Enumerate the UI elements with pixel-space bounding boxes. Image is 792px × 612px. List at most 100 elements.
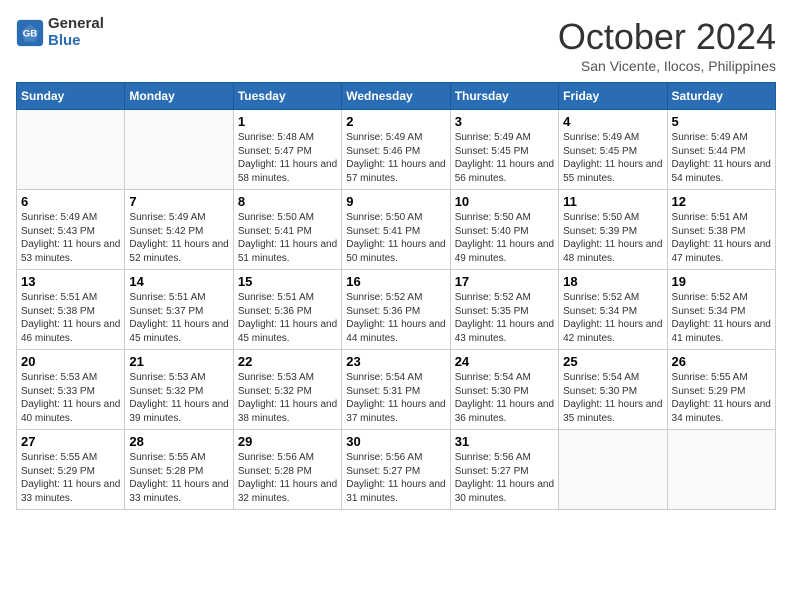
calendar-cell: 1Sunrise: 5:48 AM Sunset: 5:47 PM Daylig… [233, 110, 341, 190]
day-number: 26 [672, 354, 771, 369]
calendar-weekday-friday: Friday [559, 83, 667, 110]
day-info: Sunrise: 5:54 AM Sunset: 5:30 PM Dayligh… [563, 371, 662, 425]
calendar-week-row: 13 Sunrise: 5:51 AM Sunset: 5:38 PM Dayli… [17, 270, 776, 350]
day-info: Sunrise: 5:50 AM Sunset: 5:41 PM Dayligh… [238, 211, 337, 265]
day-info: Sunrise: 5:51 AM Sunset: 5:38 PM Dayligh… [21, 291, 120, 345]
day-info: Sunrise: 5:55 AM Sunset: 5:29 PM Dayligh… [672, 371, 771, 425]
day-number: 22 [238, 354, 337, 369]
day-number: 2 [346, 114, 445, 129]
calendar-cell: 22 Sunrise: 5:53 AM Sunset: 5:32 PM Dayli… [233, 350, 341, 430]
calendar-cell: 28 Sunrise: 5:55 AM Sunset: 5:28 PM Dayli… [125, 430, 233, 510]
calendar-cell: 3Sunrise: 5:49 AM Sunset: 5:45 PM Daylig… [450, 110, 558, 190]
calendar-cell: 30 Sunrise: 5:56 AM Sunset: 5:27 PM Dayli… [342, 430, 450, 510]
calendar-weekday-tuesday: Tuesday [233, 83, 341, 110]
day-number: 24 [455, 354, 554, 369]
day-info: Sunrise: 5:56 AM Sunset: 5:27 PM Dayligh… [455, 451, 554, 505]
calendar-week-row: 6 Sunrise: 5:49 AM Sunset: 5:43 PM Daylig… [17, 190, 776, 270]
day-number: 30 [346, 434, 445, 449]
calendar-cell: 17 Sunrise: 5:52 AM Sunset: 5:35 PM Dayli… [450, 270, 558, 350]
calendar-cell: 13 Sunrise: 5:51 AM Sunset: 5:38 PM Dayli… [17, 270, 125, 350]
calendar-cell: 27Sunrise: 5:55 AM Sunset: 5:29 PM Dayli… [17, 430, 125, 510]
calendar-cell: 20Sunrise: 5:53 AM Sunset: 5:33 PM Dayli… [17, 350, 125, 430]
day-number: 21 [129, 354, 228, 369]
day-info: Sunrise: 5:48 AM Sunset: 5:47 PM Dayligh… [238, 131, 337, 185]
calendar-cell: 8 Sunrise: 5:50 AM Sunset: 5:41 PM Daylig… [233, 190, 341, 270]
day-number: 20 [21, 354, 120, 369]
calendar-cell [667, 430, 775, 510]
calendar-cell: 4 Sunrise: 5:49 AM Sunset: 5:45 PM Daylig… [559, 110, 667, 190]
day-info: Sunrise: 5:49 AM Sunset: 5:45 PM Dayligh… [563, 131, 662, 185]
calendar-cell: 10Sunrise: 5:50 AM Sunset: 5:40 PM Dayli… [450, 190, 558, 270]
calendar-weekday-wednesday: Wednesday [342, 83, 450, 110]
calendar-week-row: 27Sunrise: 5:55 AM Sunset: 5:29 PM Dayli… [17, 430, 776, 510]
day-number: 28 [129, 434, 228, 449]
day-number: 13 [21, 274, 120, 289]
day-number: 23 [346, 354, 445, 369]
calendar-cell: 5 Sunrise: 5:49 AM Sunset: 5:44 PM Daylig… [667, 110, 775, 190]
day-info: Sunrise: 5:52 AM Sunset: 5:35 PM Dayligh… [455, 291, 554, 345]
logo-general: General [48, 16, 104, 33]
day-number: 14 [129, 274, 228, 289]
logo: GB General Blue [16, 16, 104, 49]
calendar-cell: 21 Sunrise: 5:53 AM Sunset: 5:32 PM Dayli… [125, 350, 233, 430]
calendar-cell [559, 430, 667, 510]
day-number: 6 [21, 194, 120, 209]
day-number: 8 [238, 194, 337, 209]
day-info: Sunrise: 5:54 AM Sunset: 5:31 PM Dayligh… [346, 371, 445, 425]
location-subtitle: San Vicente, Ilocos, Philippines [558, 58, 776, 74]
calendar-cell: 11Sunrise: 5:50 AM Sunset: 5:39 PM Dayli… [559, 190, 667, 270]
day-number: 29 [238, 434, 337, 449]
calendar-cell: 24 Sunrise: 5:54 AM Sunset: 5:30 PM Dayli… [450, 350, 558, 430]
day-info: Sunrise: 5:54 AM Sunset: 5:30 PM Dayligh… [455, 371, 554, 425]
day-info: Sunrise: 5:52 AM Sunset: 5:34 PM Dayligh… [563, 291, 662, 345]
page-header: GB General Blue October 2024 San Vicente… [16, 16, 776, 74]
calendar-cell [17, 110, 125, 190]
day-number: 19 [672, 274, 771, 289]
day-number: 9 [346, 194, 445, 209]
logo-icon: GB [16, 19, 44, 47]
calendar-cell: 14 Sunrise: 5:51 AM Sunset: 5:37 PM Dayli… [125, 270, 233, 350]
day-number: 18 [563, 274, 662, 289]
day-info: Sunrise: 5:55 AM Sunset: 5:28 PM Dayligh… [129, 451, 228, 505]
day-number: 11 [563, 194, 662, 209]
day-number: 3 [455, 114, 554, 129]
day-number: 5 [672, 114, 771, 129]
day-number: 4 [563, 114, 662, 129]
calendar-table: SundayMondayTuesdayWednesdayThursdayFrid… [16, 82, 776, 510]
calendar-cell: 16 Sunrise: 5:52 AM Sunset: 5:36 PM Dayli… [342, 270, 450, 350]
calendar-cell: 25 Sunrise: 5:54 AM Sunset: 5:30 PM Dayli… [559, 350, 667, 430]
calendar-header-row: SundayMondayTuesdayWednesdayThursdayFrid… [17, 83, 776, 110]
calendar-cell: 26 Sunrise: 5:55 AM Sunset: 5:29 PM Dayli… [667, 350, 775, 430]
calendar-cell: 12Sunrise: 5:51 AM Sunset: 5:38 PM Dayli… [667, 190, 775, 270]
day-number: 31 [455, 434, 554, 449]
day-info: Sunrise: 5:51 AM Sunset: 5:37 PM Dayligh… [129, 291, 228, 345]
day-number: 15 [238, 274, 337, 289]
day-number: 17 [455, 274, 554, 289]
day-info: Sunrise: 5:52 AM Sunset: 5:34 PM Dayligh… [672, 291, 771, 345]
day-number: 7 [129, 194, 228, 209]
day-info: Sunrise: 5:53 AM Sunset: 5:32 PM Dayligh… [238, 371, 337, 425]
day-info: Sunrise: 5:56 AM Sunset: 5:27 PM Dayligh… [346, 451, 445, 505]
day-number: 25 [563, 354, 662, 369]
day-info: Sunrise: 5:52 AM Sunset: 5:36 PM Dayligh… [346, 291, 445, 345]
calendar-cell: 29Sunrise: 5:56 AM Sunset: 5:28 PM Dayli… [233, 430, 341, 510]
day-info: Sunrise: 5:49 AM Sunset: 5:43 PM Dayligh… [21, 211, 120, 265]
calendar-cell [125, 110, 233, 190]
calendar-weekday-saturday: Saturday [667, 83, 775, 110]
calendar-cell: 31 Sunrise: 5:56 AM Sunset: 5:27 PM Dayli… [450, 430, 558, 510]
day-info: Sunrise: 5:53 AM Sunset: 5:32 PM Dayligh… [129, 371, 228, 425]
day-info: Sunrise: 5:49 AM Sunset: 5:46 PM Dayligh… [346, 131, 445, 185]
day-info: Sunrise: 5:51 AM Sunset: 5:36 PM Dayligh… [238, 291, 337, 345]
day-number: 10 [455, 194, 554, 209]
title-area: October 2024 San Vicente, Ilocos, Philip… [558, 16, 776, 74]
calendar-weekday-sunday: Sunday [17, 83, 125, 110]
calendar-cell: 19 Sunrise: 5:52 AM Sunset: 5:34 PM Dayli… [667, 270, 775, 350]
day-number: 12 [672, 194, 771, 209]
svg-text:GB: GB [23, 28, 37, 39]
calendar-cell: 23 Sunrise: 5:54 AM Sunset: 5:31 PM Dayli… [342, 350, 450, 430]
day-number: 27 [21, 434, 120, 449]
logo-blue: Blue [48, 33, 104, 50]
day-number: 16 [346, 274, 445, 289]
day-info: Sunrise: 5:49 AM Sunset: 5:42 PM Dayligh… [129, 211, 228, 265]
day-info: Sunrise: 5:49 AM Sunset: 5:44 PM Dayligh… [672, 131, 771, 185]
